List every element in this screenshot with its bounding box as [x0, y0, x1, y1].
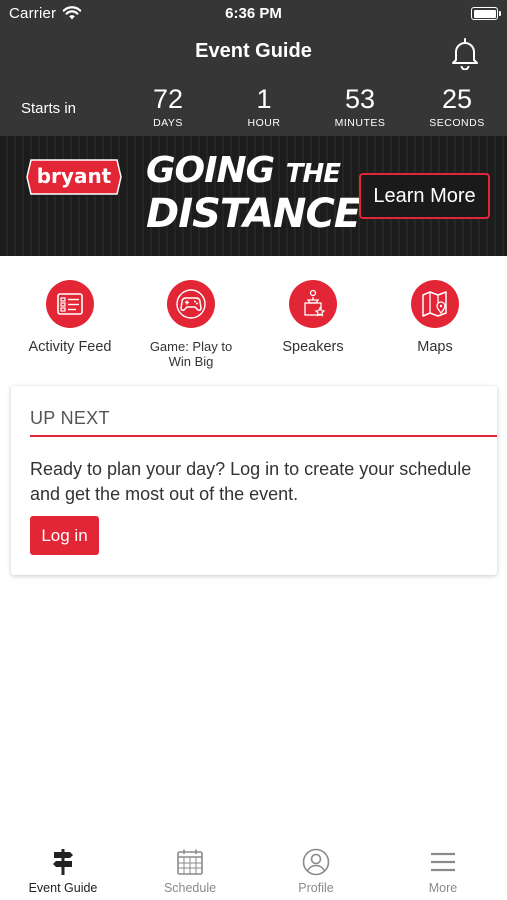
quick-link-speakers[interactable]: Speakers: [253, 280, 373, 355]
signpost-icon: [53, 849, 73, 875]
bryant-logo: bryant: [25, 158, 123, 196]
logo-text: bryant: [36, 164, 112, 188]
countdown-minutes: 53 MINUTES: [315, 83, 405, 129]
quick-link-activity-feed[interactable]: Activity Feed: [10, 280, 130, 355]
speaker-podium-icon: [289, 280, 337, 328]
profile-icon: [302, 848, 330, 876]
login-button[interactable]: Log in: [30, 516, 99, 555]
app-header: Carrier 6:36 PM Event Guide Starts in 72…: [0, 0, 507, 136]
countdown-hours: 1 HOUR: [219, 83, 309, 129]
tab-bar: Event Guide Schedule Profile More: [0, 838, 507, 900]
up-next-heading: UP NEXT: [30, 408, 110, 428]
quick-link-game[interactable]: Game: Play to Win Big: [131, 280, 251, 369]
calendar-icon: [177, 849, 203, 875]
tab-profile[interactable]: Profile: [253, 848, 379, 895]
headline-distance: DISTANCE: [146, 191, 361, 237]
countdown-unit: DAYS: [153, 117, 183, 129]
learn-more-button[interactable]: Learn More: [359, 173, 490, 219]
tab-label: More: [428, 881, 458, 895]
bell-icon[interactable]: [449, 36, 481, 70]
quick-link-label: Maps: [417, 339, 453, 355]
status-time: 6:36 PM: [225, 5, 282, 22]
tab-label: Event Guide: [28, 881, 98, 895]
countdown-value: 72: [152, 84, 184, 114]
countdown-seconds: 25 SECONDS: [412, 83, 502, 129]
banner-headline: GOING THE DISTANCE: [146, 150, 361, 237]
countdown-unit: SECONDS: [429, 117, 485, 129]
countdown-unit: HOUR: [247, 117, 281, 129]
status-bar: Carrier 6:36 PM: [0, 0, 507, 28]
headline-the: THE: [285, 159, 341, 189]
countdown-unit: MINUTES: [334, 117, 386, 129]
battery-icon: [471, 7, 501, 20]
heading-divider: [30, 435, 497, 437]
quick-link-label: Speakers: [282, 339, 344, 355]
tab-event-guide[interactable]: Event Guide: [0, 848, 126, 895]
countdown-value: 1: [256, 84, 272, 114]
list-icon: [46, 280, 94, 328]
page-title: Event Guide: [195, 40, 312, 62]
tab-label: Schedule: [163, 881, 217, 895]
countdown-days: 72 DAYS: [123, 83, 213, 129]
countdown: Starts in 72 DAYS 1 HOUR 53 MINUTES 25 S…: [0, 80, 507, 136]
sponsor-banner[interactable]: bryant GOING THE DISTANCE Learn More: [0, 136, 507, 256]
headline-going: GOING: [146, 150, 275, 191]
up-next-message: Ready to plan your day? Log in to create…: [30, 459, 472, 504]
quick-links: Activity Feed Game: Play to Win Big Spea…: [0, 256, 507, 381]
up-next-card: UP NEXT Ready to plan your day? Log in t…: [11, 386, 497, 575]
tab-label: Profile: [298, 881, 334, 895]
countdown-value: 53: [344, 84, 376, 114]
countdown-value: 25: [441, 84, 473, 114]
tab-schedule[interactable]: Schedule: [127, 848, 253, 895]
menu-icon: [431, 852, 455, 872]
countdown-label: Starts in: [21, 100, 77, 117]
map-icon: [411, 280, 459, 328]
gamepad-icon: [167, 280, 215, 328]
tab-more[interactable]: More: [380, 848, 506, 895]
quick-link-label: Activity Feed: [28, 339, 112, 355]
quick-link-maps[interactable]: Maps: [375, 280, 495, 355]
quick-link-label: Game: Play to Win Big: [149, 339, 233, 369]
